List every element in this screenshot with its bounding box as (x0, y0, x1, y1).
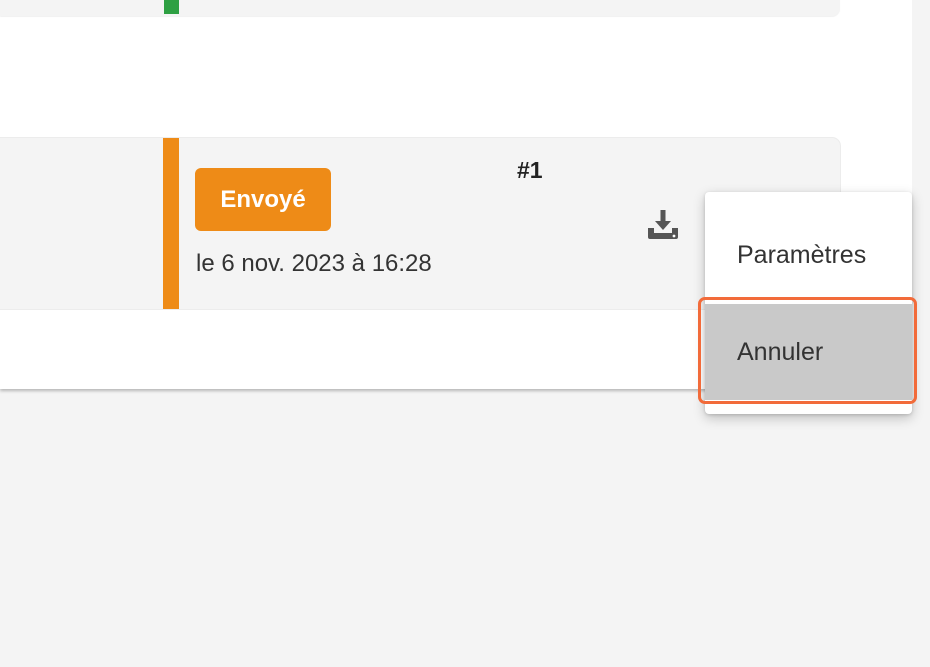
menu-item-label: Annuler (737, 337, 824, 366)
page: Envoyé le 6 nov. 2023 à 16:28 #1 Paramèt… (0, 0, 930, 667)
order-date: le 6 nov. 2023 à 16:28 (196, 250, 432, 277)
order-number: #1 (517, 157, 543, 183)
order-status-accent (163, 138, 179, 309)
context-menu: Paramètres Annuler (705, 192, 912, 414)
status-badge: Envoyé (195, 168, 331, 231)
menu-item-parametres[interactable]: Paramètres (705, 212, 912, 298)
menu-item-label: Paramètres (737, 240, 867, 269)
previous-order-card[interactable] (0, 0, 840, 16)
menu-item-annuler[interactable]: Annuler (705, 304, 912, 400)
previous-order-status-marker (164, 0, 179, 14)
download-icon[interactable] (645, 206, 681, 242)
scroll-gutter (912, 0, 930, 667)
